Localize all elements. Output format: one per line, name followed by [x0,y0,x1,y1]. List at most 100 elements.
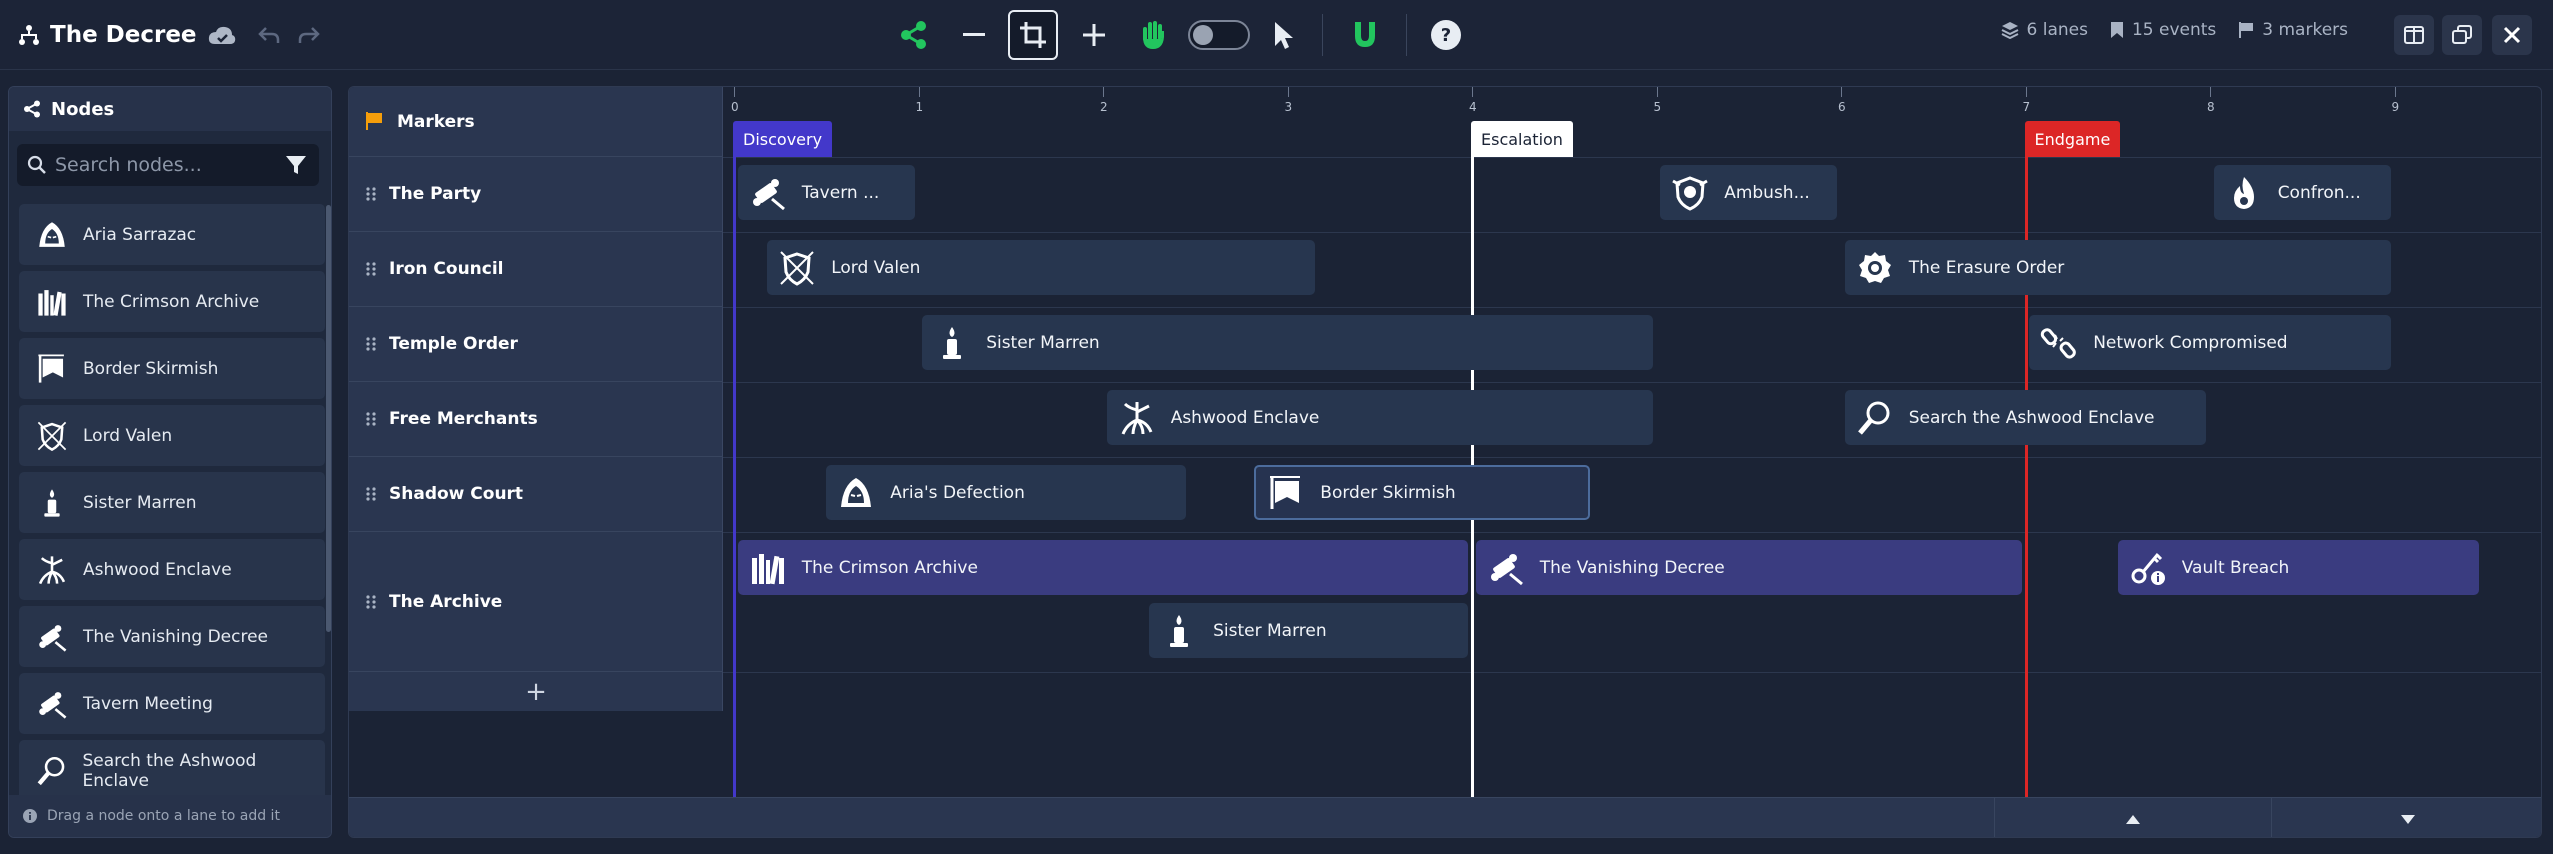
search-input[interactable] [55,154,265,176]
event-card[interactable]: Confron... [2213,165,2391,220]
event-card[interactable]: Network Compromised [2029,315,2391,370]
node-item-label: Lord Valen [83,425,173,446]
lane-header[interactable]: The Archive [349,532,723,672]
marker-label[interactable]: Endgame [2024,121,2121,157]
lane-row-divider [723,672,2541,673]
node-item[interactable]: Tavern Meeting [19,673,325,734]
mode-toggle[interactable] [1188,10,1250,60]
event-label: The Crimson Archive [801,557,978,578]
event-card[interactable]: Sister Marren [1149,603,1469,658]
event-card[interactable]: Border Skirmish [1254,465,1591,520]
add-lane-button[interactable]: + [349,672,723,712]
event-card[interactable]: Sister Marren [922,315,1653,370]
lane-header[interactable]: Free Merchants [349,382,723,457]
tick-mark [1103,87,1104,97]
hand-icon [1138,19,1168,51]
drag-handle-icon[interactable] [365,186,377,202]
tick-mark [1656,87,1658,97]
drag-handle-icon[interactable] [365,261,377,277]
lane-header[interactable]: Shadow Court [349,457,723,532]
node-item[interactable]: The Vanishing Decree [19,606,325,667]
filter-button[interactable] [281,150,311,180]
magnifier-icon [1855,398,1895,438]
lanes-count: 6 lanes [2026,20,2088,40]
node-item[interactable]: The Crimson Archive [19,271,325,332]
event-card[interactable]: Tavern ... [737,165,915,220]
event-card[interactable]: Search the Ashwood Enclave [1844,390,2207,445]
undo-icon[interactable] [257,25,281,45]
node-item[interactable]: Ashwood Enclave [19,539,325,600]
event-label: Sister Marren [1213,620,1327,641]
app-title: The Decree [18,18,321,52]
tick-label: 6 [1838,100,1846,114]
toolbar: The Decree ? 6 lanes 15 events 3 markers [0,0,2553,70]
marker-line[interactable] [2024,129,2028,797]
node-item[interactable]: Aria Sarrazac [19,204,325,265]
lane-header[interactable]: Temple Order [349,307,723,382]
lane-row-divider [723,382,2541,383]
event-label: Search the Ashwood Enclave [1908,407,2155,428]
drag-handle-icon[interactable] [365,486,377,502]
drag-handle-icon[interactable] [365,411,377,427]
duplicate-window-button[interactable] [2442,15,2482,55]
cloud-sync-icon[interactable] [207,24,237,46]
node-item[interactable]: Sister Marren [19,472,325,533]
split-view-button[interactable] [2394,15,2434,55]
marker-line[interactable] [733,129,736,797]
share-button[interactable] [889,10,939,60]
flag-icon [365,111,383,131]
tree-roots-icon [33,551,71,589]
app-title-text: The Decree [50,22,197,48]
event-card[interactable]: The Erasure Order [1844,240,2391,295]
markers-row-header: Markers [349,87,723,157]
event-card[interactable]: Lord Valen [767,240,1316,295]
node-item-label: Sister Marren [83,492,197,513]
redo-icon[interactable] [297,25,321,45]
snap-button[interactable] [1340,10,1390,60]
event-card[interactable]: The Crimson Archive [737,540,1469,595]
scroll-quill-icon [1486,548,1526,588]
drag-handle-icon[interactable] [365,594,377,610]
event-card[interactable]: Ashwood Enclave [1106,390,1653,445]
tick-mark [2210,87,2211,97]
pan-tool-button[interactable] [1128,10,1178,60]
event-card[interactable]: Aria's Defection [826,465,1187,520]
node-list-scrollbar[interactable] [326,205,331,632]
zoom-in-button[interactable] [1069,10,1119,60]
scroll-up-button[interactable] [1994,798,2271,837]
copy-icon [2452,25,2472,45]
magnifier-icon [33,752,70,790]
tick-label: 5 [1653,100,1662,114]
tick-label: 8 [2207,100,2215,114]
candle-icon [33,484,71,522]
lane-name: Shadow Court [389,484,524,504]
select-tool-button[interactable] [1258,10,1308,60]
toggle-switch [1188,20,1250,50]
event-card[interactable]: The Vanishing Decree [1475,540,2022,595]
drag-handle-icon[interactable] [365,336,377,352]
lane-headers: Markers The Party Iron Council Temple Orde… [349,87,723,711]
event-card[interactable]: Ambush... [1660,165,1838,220]
lane-header[interactable]: The Party [349,157,723,232]
marker-label[interactable]: Escalation [1471,121,1573,157]
svg-text:?: ? [1441,25,1451,46]
node-item[interactable]: Lord Valen [19,405,325,466]
help-button[interactable]: ? [1421,10,1471,60]
node-item[interactable]: Border Skirmish [19,338,325,399]
scroll-down-button[interactable] [2271,798,2541,837]
marker-line[interactable] [1471,129,1474,797]
node-item[interactable]: Search the Ashwood Enclave [19,740,325,801]
tick-mark [2394,87,2396,97]
zoom-out-button[interactable] [949,10,999,60]
fire-icon [2224,173,2264,213]
marker-label[interactable]: Discovery [733,121,833,157]
event-card[interactable]: Vault Breach [2117,540,2480,595]
lane-header[interactable]: Iron Council [349,232,723,307]
event-label: Network Compromised [2093,332,2288,353]
lane-row-divider [723,157,2541,158]
tick-mark [1841,87,1842,97]
crop-button[interactable] [1008,10,1058,60]
node-search [17,144,319,186]
nodes-panel-header: Nodes [9,87,331,131]
close-button[interactable] [2492,15,2532,55]
